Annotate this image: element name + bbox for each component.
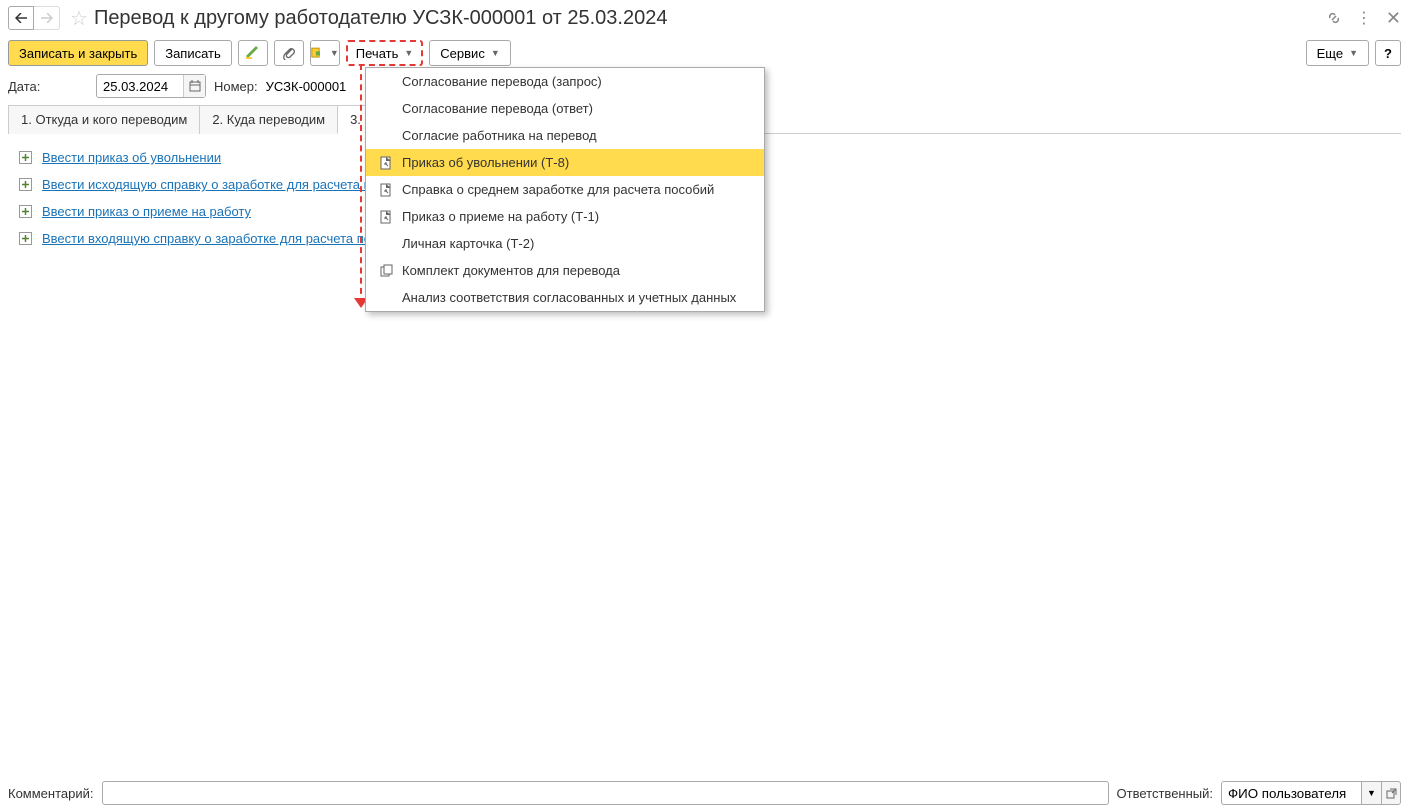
save-button[interactable]: Записать <box>154 40 232 66</box>
calendar-icon[interactable] <box>183 75 205 97</box>
plus-icon <box>18 178 32 192</box>
save-close-button[interactable]: Записать и закрыть <box>8 40 148 66</box>
dd-label: Справка о среднем заработке для расчета … <box>402 182 714 197</box>
nav-back-button[interactable] <box>8 6 34 30</box>
dd-label: Приказ об увольнении (Т-8) <box>402 155 569 170</box>
highlight-button[interactable] <box>238 40 268 66</box>
dd-item-approval-response[interactable]: Согласование перевода (ответ) <box>366 95 764 122</box>
help-button[interactable]: ? <box>1375 40 1401 66</box>
annotation-arrow <box>360 64 362 304</box>
more-label: Еще <box>1317 46 1343 61</box>
comment-label: Комментарий: <box>8 786 94 801</box>
dd-label: Личная карточка (Т-2) <box>402 236 534 251</box>
print-dropdown: Согласование перевода (запрос) Согласова… <box>365 67 765 312</box>
plus-icon <box>18 232 32 246</box>
document-icon <box>378 210 394 224</box>
tab-to[interactable]: 2. Куда переводим <box>199 105 338 134</box>
create-related-button[interactable]: ▼ <box>310 40 340 66</box>
dd-label: Комплект документов для перевода <box>402 263 620 278</box>
open-icon[interactable] <box>1381 781 1401 805</box>
service-button[interactable]: Сервис▼ <box>429 40 510 66</box>
more-button[interactable]: Еще▼ <box>1306 40 1369 66</box>
print-label: Печать <box>356 46 399 61</box>
tab-from[interactable]: 1. Откуда и кого переводим <box>8 105 200 134</box>
plus-icon <box>18 205 32 219</box>
dd-item-personal-card-t2[interactable]: Личная карточка (Т-2) <box>366 230 764 257</box>
dd-item-analysis[interactable]: Анализ соответствия согласованных и учет… <box>366 284 764 311</box>
dd-label: Анализ соответствия согласованных и учет… <box>402 290 736 305</box>
dropdown-icon[interactable]: ▼ <box>1361 781 1381 805</box>
page-title: Перевод к другому работодателю УСЗК-0000… <box>94 7 1326 30</box>
dd-item-employee-consent[interactable]: Согласие работника на перевод <box>366 122 764 149</box>
link-hire-order[interactable]: Ввести приказ о приеме на работу <box>42 204 251 219</box>
print-button[interactable]: Печать▼ <box>346 40 424 66</box>
dd-label: Согласование перевода (запрос) <box>402 74 602 89</box>
copy-icon <box>378 264 394 277</box>
dd-item-doc-set[interactable]: Комплект документов для перевода <box>366 257 764 284</box>
document-icon <box>378 183 394 197</box>
responsible-input[interactable] <box>1221 781 1361 805</box>
comment-input[interactable] <box>102 781 1109 805</box>
link-incoming-cert[interactable]: Ввести входящую справку о заработке для … <box>42 231 385 246</box>
link-outgoing-cert[interactable]: Ввести исходящую справку о заработке для… <box>42 177 384 192</box>
favorite-star-icon[interactable]: ☆ <box>70 6 88 31</box>
number-label: Номер: <box>214 79 258 94</box>
document-icon <box>378 156 394 170</box>
dd-label: Согласование перевода (ответ) <box>402 101 593 116</box>
responsible-label: Ответственный: <box>1117 786 1213 801</box>
link-icon[interactable] <box>1326 10 1342 26</box>
dd-item-hire-t1[interactable]: Приказ о приеме на работу (Т-1) <box>366 203 764 230</box>
close-icon[interactable]: ✕ <box>1386 8 1401 29</box>
attachment-button[interactable] <box>274 40 304 66</box>
kebab-menu-icon[interactable]: ⋮ <box>1356 8 1372 28</box>
service-label: Сервис <box>440 46 485 61</box>
dd-label: Согласие работника на перевод <box>402 128 597 143</box>
date-label: Дата: <box>8 79 88 94</box>
dd-label: Приказ о приеме на работу (Т-1) <box>402 209 599 224</box>
dd-item-dismissal-t8[interactable]: Приказ об увольнении (Т-8) <box>366 149 764 176</box>
plus-icon <box>18 151 32 165</box>
link-dismissal-order[interactable]: Ввести приказ об увольнении <box>42 150 221 165</box>
dd-item-avg-salary-cert[interactable]: Справка о среднем заработке для расчета … <box>366 176 764 203</box>
dd-item-approval-request[interactable]: Согласование перевода (запрос) <box>366 68 764 95</box>
nav-forward-button[interactable] <box>34 6 60 30</box>
